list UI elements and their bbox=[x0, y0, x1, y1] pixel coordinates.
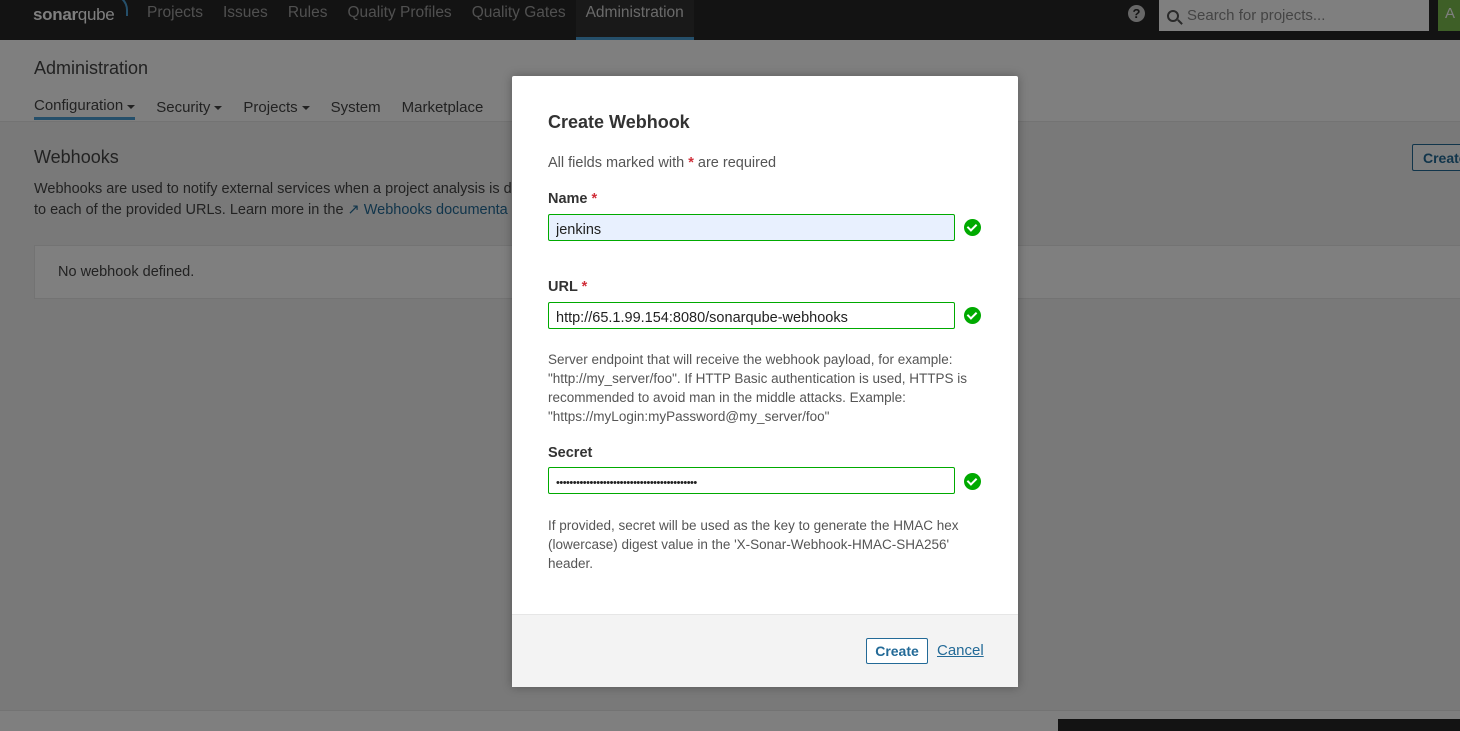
cancel-link[interactable]: Cancel bbox=[937, 642, 984, 659]
required-star: * bbox=[591, 191, 598, 207]
name-label: Name * bbox=[548, 191, 597, 207]
create-webhook-modal: Create Webhook All fields marked with * … bbox=[512, 76, 1018, 687]
required-star: * bbox=[688, 155, 694, 171]
url-field[interactable] bbox=[548, 302, 955, 329]
required-note-prefix: All fields marked with bbox=[548, 155, 685, 171]
valid-check-icon bbox=[964, 219, 981, 236]
valid-check-icon bbox=[964, 307, 981, 324]
modal-title: Create Webhook bbox=[548, 112, 690, 132]
url-label-text: URL bbox=[548, 279, 578, 295]
required-note-suffix: are required bbox=[697, 155, 777, 171]
secret-label: Secret bbox=[548, 445, 593, 461]
create-button[interactable]: Create bbox=[866, 638, 928, 664]
modal-footer: Create Cancel bbox=[512, 614, 1018, 687]
secret-help-text: If provided, secret will be used as the … bbox=[548, 518, 959, 571]
required-star: * bbox=[581, 279, 588, 295]
url-label: URL * bbox=[548, 279, 587, 295]
name-label-text: Name bbox=[548, 191, 588, 207]
name-field[interactable] bbox=[548, 214, 955, 241]
secret-field[interactable] bbox=[548, 467, 955, 494]
valid-check-icon bbox=[964, 473, 981, 490]
required-note: All fields marked with * are required bbox=[548, 155, 776, 171]
url-help-text: Server endpoint that will receive the we… bbox=[548, 352, 967, 424]
